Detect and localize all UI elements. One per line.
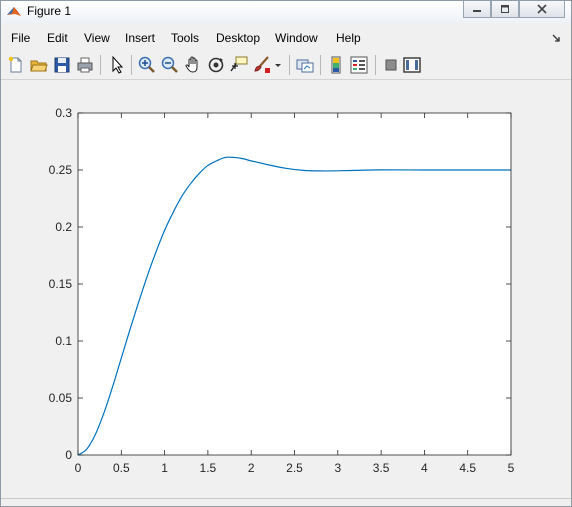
window-title: Figure 1 bbox=[27, 4, 72, 18]
insert-colorbar-icon[interactable] bbox=[326, 55, 346, 75]
y-tick-label: 0.25 bbox=[49, 163, 73, 177]
y-tick-label: 0.15 bbox=[49, 277, 73, 291]
x-tick-label: 0 bbox=[75, 461, 82, 475]
edit-plot-pointer-icon[interactable] bbox=[107, 55, 127, 75]
zoom-in-icon[interactable] bbox=[137, 55, 157, 75]
maximize-icon bbox=[501, 5, 509, 13]
maximize-button[interactable] bbox=[491, 1, 519, 18]
menu-insert[interactable]: Insert bbox=[125, 31, 155, 45]
y-tick-label: 0.2 bbox=[55, 220, 72, 234]
x-tick-label: 1 bbox=[161, 461, 168, 475]
toolbar-separator bbox=[131, 55, 132, 75]
dock-arrow-icon[interactable] bbox=[551, 33, 561, 43]
x-tick-label: 5 bbox=[508, 461, 515, 475]
save-icon[interactable] bbox=[52, 55, 72, 75]
menu-desktop[interactable]: Desktop bbox=[216, 31, 260, 45]
menu-file[interactable]: File bbox=[11, 31, 30, 45]
x-tick-label: 2 bbox=[248, 461, 255, 475]
rotate-3d-icon[interactable] bbox=[206, 55, 226, 75]
x-tick-label: 3.5 bbox=[373, 461, 390, 475]
hide-plot-tools-icon[interactable] bbox=[381, 55, 401, 75]
plot-area[interactable]: 0 0.5 1 1.5 2 2.5 3 3.5 4 4.5 5 0 0.05 0.1 0.15 0.2 0.2… bbox=[1, 80, 571, 498]
x-tick-labels: 0 0.5 1 1.5 2 2.5 3 3.5 4 4.5 5 bbox=[75, 461, 515, 475]
figure-canvas[interactable]: 0 0.5 1 1.5 2 2.5 3 3.5 4 4.5 5 0 0.05 0.1 0.15 0.2 0.2… bbox=[1, 80, 571, 498]
y-tick-label: 0.1 bbox=[55, 334, 72, 348]
x-tick-label: 2.5 bbox=[286, 461, 303, 475]
x-tick-label: 0.5 bbox=[113, 461, 130, 475]
menu-edit[interactable]: Edit bbox=[47, 31, 68, 45]
x-tick-label: 4.5 bbox=[459, 461, 476, 475]
figure-bottom-border bbox=[1, 498, 571, 506]
open-file-icon[interactable] bbox=[29, 55, 49, 75]
menu-window[interactable]: Window bbox=[275, 31, 318, 45]
data-cursor-icon[interactable] bbox=[229, 55, 249, 75]
zoom-out-icon[interactable] bbox=[160, 55, 180, 75]
toolbar-separator bbox=[100, 55, 101, 75]
x-tick-label: 4 bbox=[421, 461, 428, 475]
menu-view[interactable]: View bbox=[84, 31, 110, 45]
toolbar-separator bbox=[289, 55, 290, 75]
y-tick-label: 0.05 bbox=[49, 391, 73, 405]
minimize-icon bbox=[473, 10, 481, 12]
pan-hand-icon[interactable] bbox=[183, 55, 203, 75]
menu-tools[interactable]: Tools bbox=[171, 31, 199, 45]
x-tick-label: 3 bbox=[334, 461, 341, 475]
close-button[interactable] bbox=[519, 1, 565, 18]
figure-window: Figure 1 File Edit View Insert Tools Des… bbox=[0, 0, 572, 507]
show-plot-tools-icon[interactable] bbox=[402, 55, 422, 75]
brush-icon[interactable] bbox=[252, 55, 272, 75]
brush-dropdown-icon[interactable] bbox=[273, 55, 283, 75]
toolbar-separator bbox=[320, 55, 321, 75]
insert-legend-icon[interactable] bbox=[349, 55, 369, 75]
y-tick-label: 0.3 bbox=[55, 106, 72, 120]
y-tick-labels: 0 0.05 0.1 0.15 0.2 0.25 0.3 bbox=[49, 106, 73, 462]
figure-toolbar bbox=[1, 51, 571, 80]
x-tick-label: 1.5 bbox=[200, 461, 217, 475]
close-icon bbox=[537, 4, 547, 14]
menu-bar: File Edit View Insert Tools Desktop Wind… bbox=[1, 27, 571, 49]
y-tick-label: 0 bbox=[65, 448, 72, 462]
toolbar-separator bbox=[375, 55, 376, 75]
menu-help[interactable]: Help bbox=[336, 31, 361, 45]
print-icon[interactable] bbox=[75, 55, 95, 75]
minimize-button[interactable] bbox=[463, 1, 491, 18]
link-plot-icon[interactable] bbox=[295, 55, 315, 75]
new-figure-icon[interactable] bbox=[6, 55, 26, 75]
axes-background[interactable] bbox=[78, 113, 511, 455]
matlab-icon bbox=[7, 7, 21, 16]
title-bar[interactable]: Figure 1 bbox=[1, 1, 571, 23]
